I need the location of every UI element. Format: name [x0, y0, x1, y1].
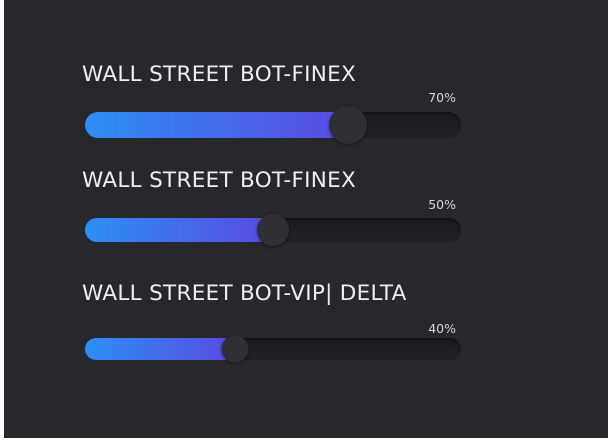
slider-percent: 40% — [428, 321, 456, 336]
slider-handle[interactable] — [329, 106, 368, 144]
slider-handle[interactable] — [257, 214, 289, 246]
slider-track[interactable] — [85, 106, 461, 144]
slider-fill — [85, 112, 349, 138]
slider-track[interactable] — [85, 214, 461, 246]
slider-fill — [85, 218, 273, 242]
sliders-panel: WALL STREET BOT-FINEX 70% WALL STREET BO… — [4, 0, 608, 438]
slider-label: WALL STREET BOT-FINEX — [82, 62, 357, 87]
slider-label: WALL STREET BOT-VIP| DELTA — [82, 281, 407, 306]
slider-fill — [85, 338, 236, 360]
slider-percent: 70% — [428, 90, 456, 105]
slider-percent: 50% — [428, 197, 456, 212]
slider-label: WALL STREET BOT-FINEX — [82, 168, 357, 193]
slider-handle[interactable] — [221, 335, 249, 363]
slider-track[interactable] — [85, 335, 461, 363]
